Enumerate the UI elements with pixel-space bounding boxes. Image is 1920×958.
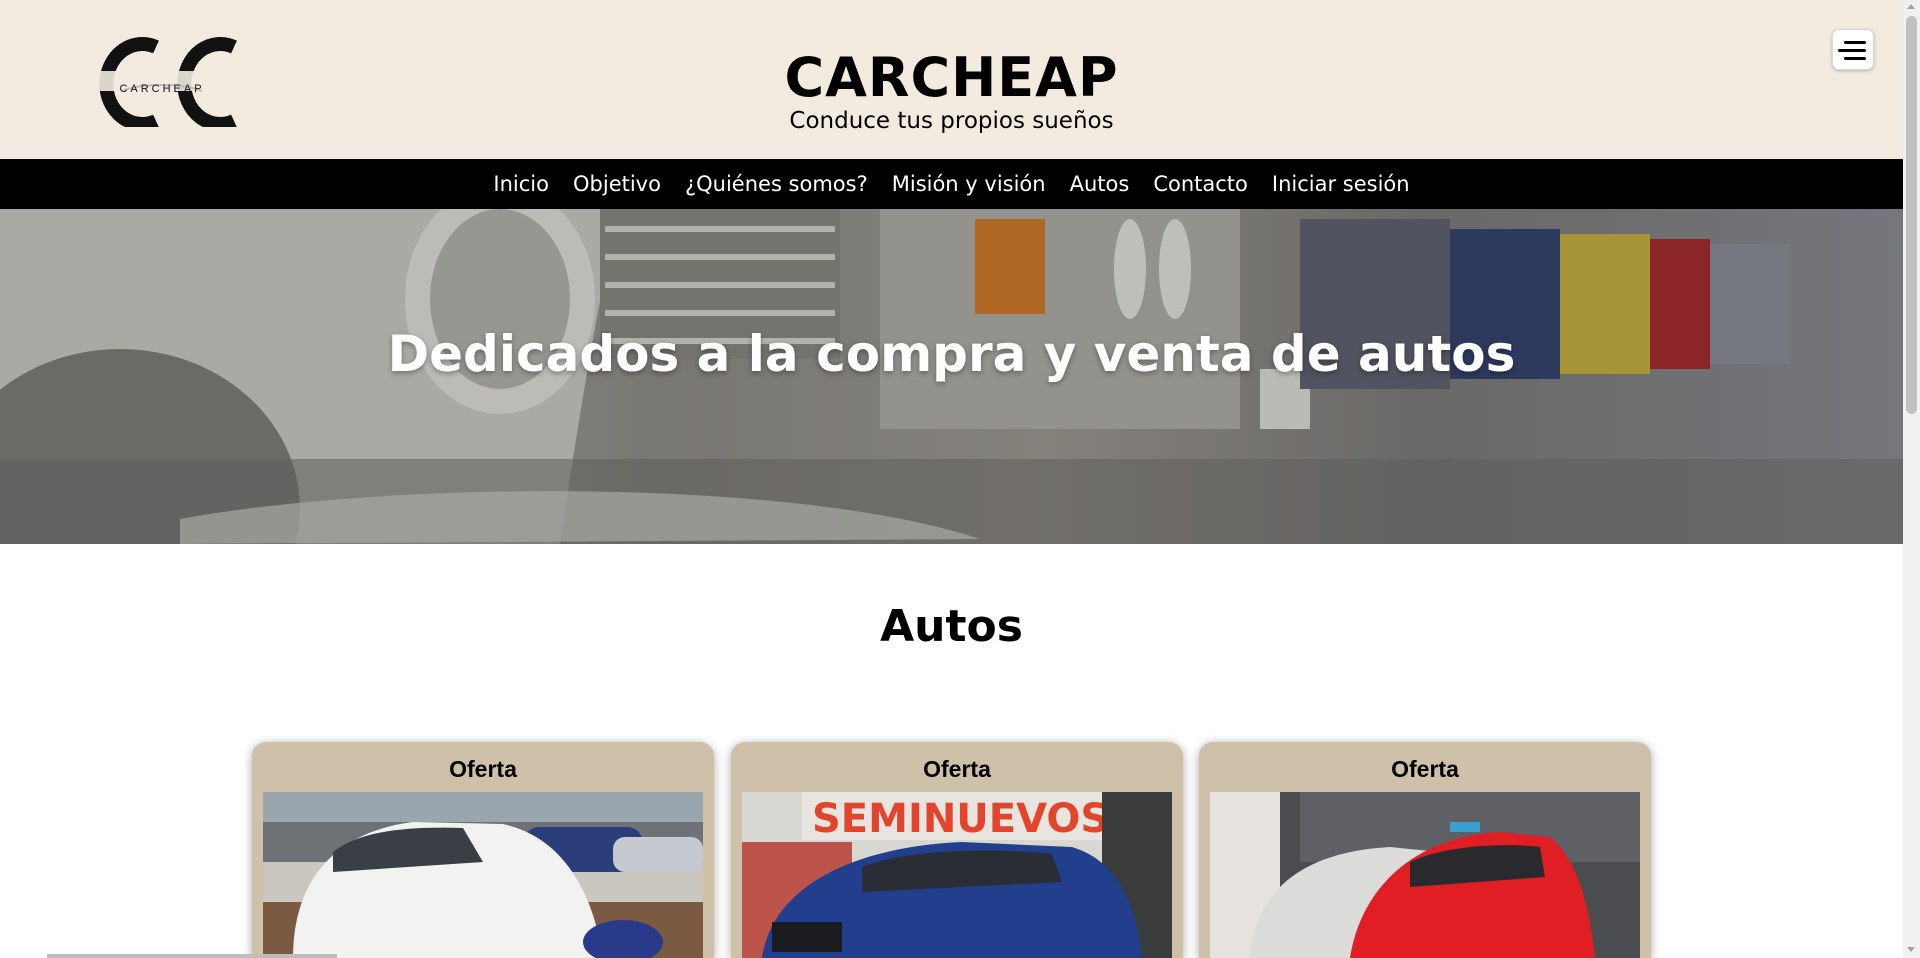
blue-suv-photo: SEMINUEVOS [742,792,1172,958]
hamburger-line [1844,57,1866,60]
site-subtitle: Conduce tus propios sueños [789,108,1114,134]
card-title: Oferta [1391,756,1459,782]
site-title: CARCHEAP [784,46,1119,109]
nav-item-quienes-somos[interactable]: ¿Quiénes somos? [685,172,868,196]
nav-item-mision-vision[interactable]: Misión y visión [892,172,1046,196]
scroll-up-arrow-icon[interactable] [1907,4,1915,9]
car-image[interactable]: SEMINUEVOS [742,792,1172,958]
car-image[interactable] [1210,792,1640,958]
autos-section-title: Autos [880,601,1023,652]
hero-banner: Dedicados a la compra y venta de autos [0,209,1903,544]
horizontal-scrollbar-thumb[interactable] [47,954,337,958]
car-card-2[interactable]: Oferta SEMINUEVOS [731,742,1183,958]
nav-item-autos[interactable]: Autos [1070,172,1130,196]
hamburger-menu-icon [1844,41,1866,44]
hero-title: Dedicados a la compra y venta de autos [387,325,1516,383]
site-header: CARCHEAP CARCHEAP Conduce tus propios su… [0,0,1903,159]
car-image[interactable] [263,792,703,958]
nav-item-inicio[interactable]: Inicio [493,172,549,196]
nav-item-contacto[interactable]: Contacto [1153,172,1248,196]
main-nav: Inicio Objetivo ¿Quiénes somos? Misión y… [0,159,1903,209]
card-title: Oferta [449,756,517,782]
white-sedan-photo [263,792,703,958]
hamburger-line [1838,49,1866,52]
card-title: Oferta [923,756,991,782]
scrollbar-thumb[interactable] [1906,16,1917,414]
scroll-down-arrow-icon[interactable] [1907,947,1915,952]
seminuevos-sign: SEMINUEVOS [812,796,1109,842]
red-hatchback-photo [1210,792,1640,958]
car-card-3[interactable]: Oferta [1199,742,1651,958]
menu-button[interactable] [1832,29,1874,70]
nav-item-objetivo[interactable]: Objetivo [573,172,661,196]
nav-item-iniciar-sesion[interactable]: Iniciar sesión [1272,172,1410,196]
vertical-scrollbar[interactable] [1903,0,1920,958]
car-card-1[interactable]: Oferta [252,742,714,958]
